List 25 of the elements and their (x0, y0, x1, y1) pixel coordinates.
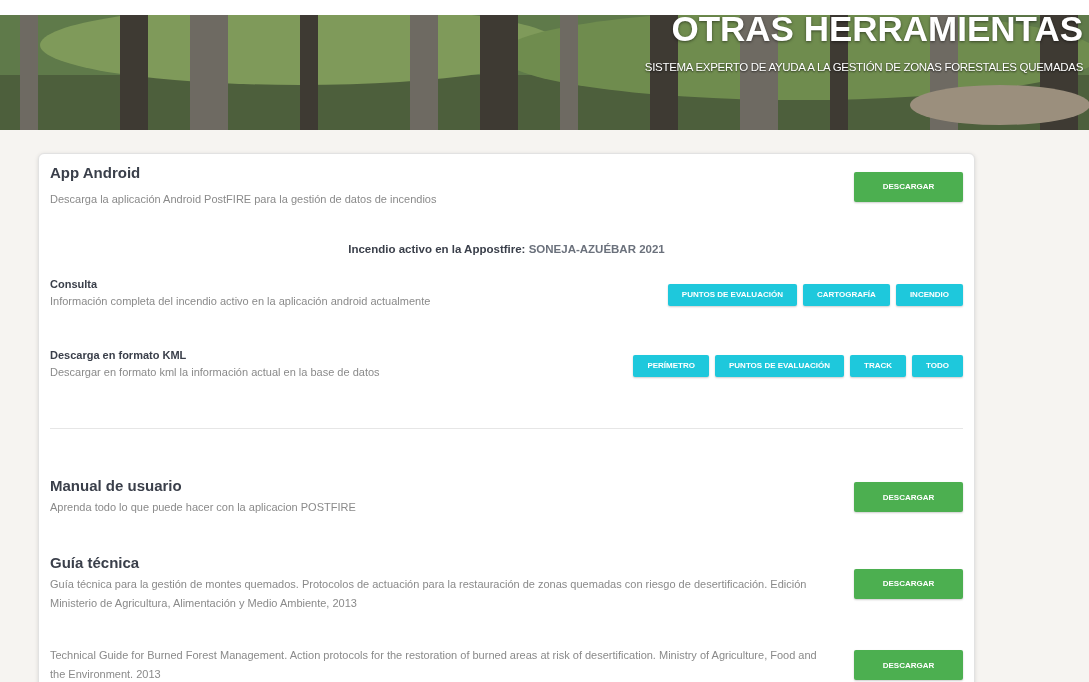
section-title: Guía técnica (50, 554, 141, 571)
row-title: Consulta (50, 278, 99, 290)
download-button[interactable]: DESCARGAR (854, 171, 963, 202)
page-subtitle: SISTEMA EXPERTO DE AYUDA A LA GESTIÓN DE ZONAS FORESTALES QUEMADAS (644, 61, 1083, 73)
section-title: Manual de usuario (50, 477, 183, 494)
active-fire-label: Incendio activo en la Appostfire: SONEJA-AZUÉBAR 2021 (347, 243, 666, 255)
download-button[interactable]: DESCARGAR (854, 568, 963, 599)
option-button[interactable]: TODO (912, 354, 963, 377)
section-description: Guía técnica para la gestión de montes quemados. Protocolos de actuación para la restauración de zonas quemadas con riesgo de desertificación. Edición Ministerio de Agricultura, Alimentación y Medio Ambiente, 2013 (50, 577, 808, 611)
section-description: Descarga la aplicación Android PostFIRE para la gestión de datos de incendios (50, 192, 437, 207)
section-description: Aprenda todo lo que puede hacer con la aplicacion POSTFIRE (50, 500, 356, 515)
download-button[interactable]: DESCARGAR (854, 650, 963, 680)
row-description: Información completa del incendio activo en la aplicación android actualmente (50, 294, 431, 309)
section-description: Technical Guide for Burned Forest Management. Action protocols for the restoration of burned areas at risk of desertification. Ministry of Agriculture, Food and the Environment. 2013 (50, 648, 818, 682)
option-button[interactable]: PUNTOS DE EVALUACIÓN (667, 283, 797, 306)
page-title: OTRAS HERRAMIENTAS (671, 15, 1083, 49)
row-description: Descargar en formato kml la información actual en la base de datos (50, 365, 380, 380)
option-button[interactable]: CARTOGRAFÍA (802, 283, 890, 306)
option-button[interactable]: INCENDIO (895, 283, 963, 306)
option-button[interactable]: PERÍMETRO (633, 354, 709, 377)
section-title: App Android (50, 164, 142, 181)
option-button[interactable]: TRACK (850, 354, 907, 377)
download-button[interactable]: DESCARGAR (854, 482, 963, 512)
row-title: Descarga en formato KML (50, 349, 188, 361)
option-button[interactable]: PUNTOS DE EVALUACIÓN (715, 354, 845, 377)
